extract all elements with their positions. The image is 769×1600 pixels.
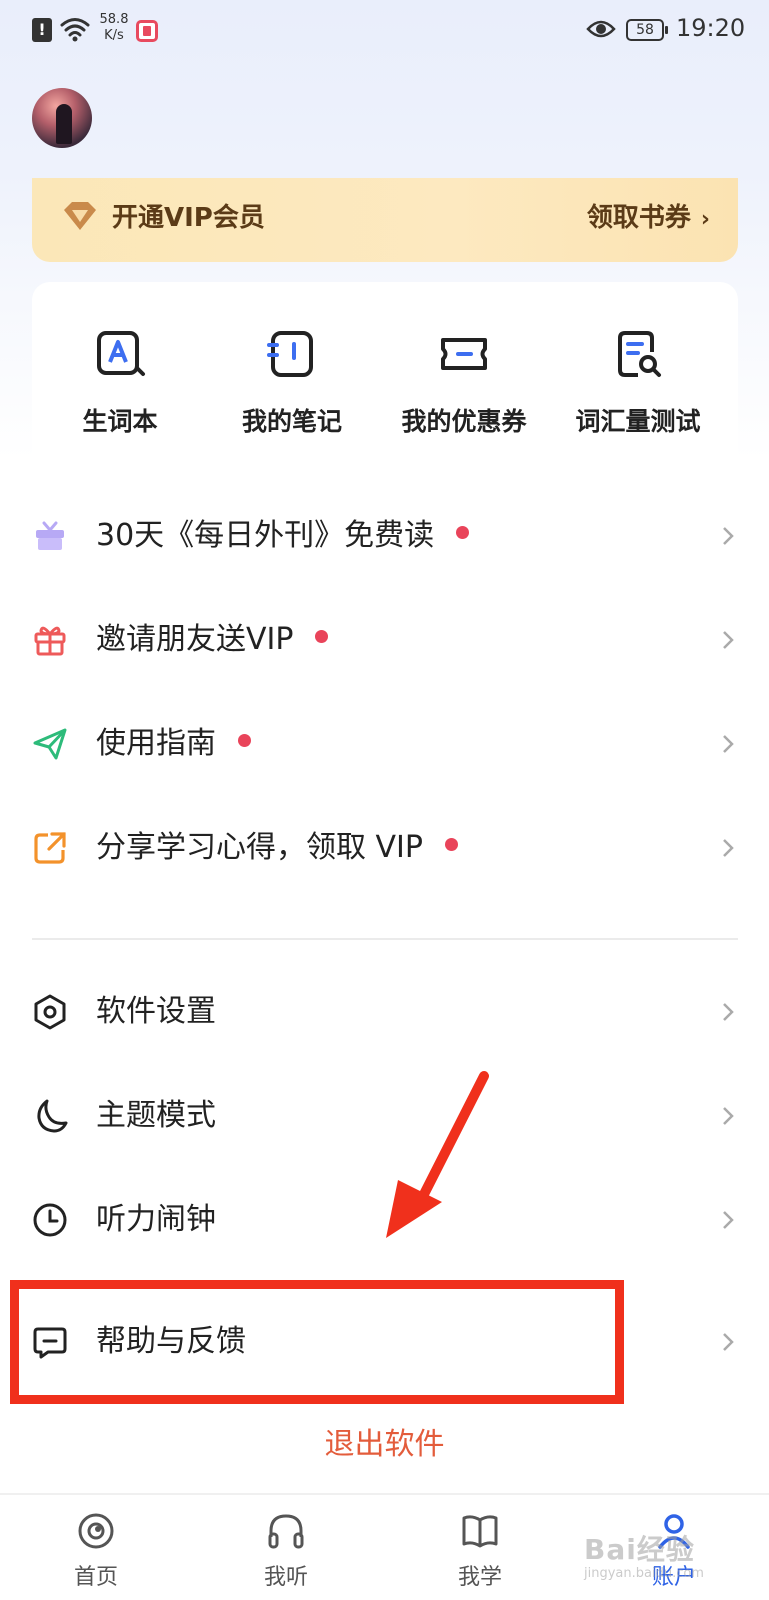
nav-tab-listen[interactable]: 我听 <box>226 1511 346 1591</box>
menu-label-text: 邀请朋友送VIP <box>96 622 294 657</box>
avatar[interactable] <box>32 88 92 148</box>
menu-label: 主题模式 <box>96 1098 216 1133</box>
arrow-annotation <box>386 1071 489 1238</box>
chevron-right-icon <box>723 1107 734 1125</box>
notification-dot <box>238 734 251 747</box>
menu-label: 邀请朋友送VIP <box>96 618 329 662</box>
quick-action-label: 生词本 <box>82 407 158 436</box>
network-speed: 58.8 K/s <box>94 12 134 44</box>
home-icon <box>78 1513 114 1549</box>
quick-action-label: 我的笔记 <box>241 407 342 436</box>
settings-icon <box>34 994 66 1030</box>
vocab-test-icon <box>618 331 661 377</box>
menu-item-invite-friends[interactable]: 邀请朋友送VIP <box>0 590 769 690</box>
status-bar: ! 58.8 K/s 58 19:20 <box>0 0 769 62</box>
chevron-right-icon <box>723 839 734 857</box>
chevron-right-icon <box>723 735 734 753</box>
chevron-right-icon <box>723 1333 734 1351</box>
logout-button[interactable]: 退出软件 <box>0 1420 769 1470</box>
app-notification-icon <box>136 20 158 42</box>
notification-dot <box>315 630 329 643</box>
menu-item-user-guide[interactable]: 使用指南 <box>0 694 769 794</box>
vip-title: 开通VIP会员 <box>112 203 265 233</box>
menu-label: 使用指南 <box>96 722 251 766</box>
diamond-icon <box>64 202 96 230</box>
menu-label: 软件设置 <box>96 994 216 1029</box>
watermark-subtext: jingyan.baidu.com <box>584 1566 704 1581</box>
book-icon <box>462 1515 498 1548</box>
nav-tab-home[interactable]: 首页 <box>36 1511 156 1591</box>
quick-action-notes[interactable]: 我的笔记 <box>204 328 380 438</box>
battery-icon: 58 <box>626 19 668 41</box>
coupon-icon <box>441 338 487 370</box>
nav-label: 首页 <box>73 1565 118 1590</box>
quick-action-vocab-test[interactable]: 词汇量测试 <box>550 328 726 438</box>
menu-item-daily-journal[interactable]: 30天《每日外刊》免费读 <box>0 486 769 586</box>
network-speed-value: 58.8 <box>99 12 129 27</box>
vip-banner[interactable]: 开通VIP会员 领取书券 › <box>32 178 738 262</box>
chevron-right-icon: › <box>700 207 710 232</box>
nav-tab-learn[interactable]: 我学 <box>420 1511 540 1591</box>
claim-voucher-link[interactable]: 领取书券 › <box>587 198 710 240</box>
quick-action-label: 词汇量测试 <box>575 407 701 436</box>
chevron-right-icon <box>723 1211 734 1229</box>
nav-label: 我听 <box>263 1565 308 1590</box>
menu-label-text: 分享学习心得，领取 VIP <box>96 830 423 865</box>
highlight-box <box>10 1280 624 1404</box>
menu-item-settings[interactable]: 软件设置 <box>0 962 769 1062</box>
alert-icon: ! <box>32 18 52 42</box>
vocab-book-icon <box>97 331 145 376</box>
notification-dot <box>445 838 458 851</box>
watermark-text: Bai经验 <box>584 1533 695 1566</box>
clock-icon <box>33 1203 67 1237</box>
watermark: Bai经验 jingyan.baidu.com <box>584 1528 704 1581</box>
nav-label: 我学 <box>457 1565 502 1590</box>
notes-icon <box>267 331 313 377</box>
chevron-right-icon <box>723 527 734 545</box>
chevron-right-icon <box>723 631 734 649</box>
menu-item-share-experience[interactable]: 分享学习心得，领取 VIP <box>0 798 769 898</box>
menu-label-text: 30天《每日外刊》免费读 <box>96 518 435 553</box>
headphones-icon <box>268 1514 304 1549</box>
gift-icon <box>34 626 66 656</box>
clock-time: 19:20 <box>676 14 746 42</box>
quick-action-label: 我的优惠券 <box>401 407 527 436</box>
gift-box-icon <box>36 521 64 550</box>
notification-dot <box>456 526 470 539</box>
wifi-icon <box>60 18 90 42</box>
menu-label: 分享学习心得，领取 VIP <box>96 826 458 870</box>
chevron-right-icon <box>723 1003 734 1021</box>
divider <box>32 938 738 940</box>
menu-label-text: 使用指南 <box>96 726 216 761</box>
eye-icon <box>586 20 616 38</box>
quick-action-coupons[interactable]: 我的优惠券 <box>376 328 552 438</box>
quick-actions-card: 生词本 我的笔记 我的优惠券 词汇量测试 <box>32 282 738 462</box>
paper-plane-icon <box>33 728 67 760</box>
claim-voucher-label: 领取书券 <box>586 203 691 233</box>
menu-label: 听力闹钟 <box>96 1202 216 1237</box>
menu-label: 30天《每日外刊》免费读 <box>96 514 470 558</box>
quick-action-vocab-book[interactable]: 生词本 <box>32 328 208 438</box>
share-icon <box>34 832 66 864</box>
moon-icon <box>37 1099 68 1133</box>
network-speed-unit: K/s <box>104 28 124 43</box>
